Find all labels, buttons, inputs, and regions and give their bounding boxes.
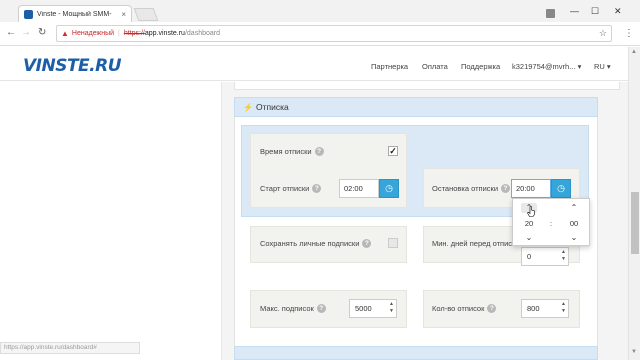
hour-down-icon[interactable]: ⌄: [521, 233, 537, 243]
unfollow-time-label: Время отписки ?: [260, 147, 324, 156]
help-icon[interactable]: ?: [362, 239, 372, 248]
minute-up-icon[interactable]: ⌃: [566, 203, 582, 213]
page-scrollbar[interactable]: ▲ ▼: [628, 47, 640, 360]
max-follows-text: Макс. подписок: [260, 304, 314, 313]
timepicker-dropdown: ⌃ ⌃ 20 : 00 ⌄ ⌄: [512, 198, 590, 246]
vinste-favicon-icon: [24, 9, 33, 19]
left-sidebar: [14, 82, 222, 360]
forward-icon[interactable]: →: [21, 27, 31, 38]
minute-down-icon[interactable]: ⌄: [566, 233, 582, 243]
nav-support[interactable]: Поддержка: [461, 62, 500, 71]
warning-icon: ▲: [61, 29, 69, 38]
url-protocol: https://: [123, 30, 145, 37]
reload-icon[interactable]: ↻: [38, 27, 46, 38]
new-tab-button[interactable]: [133, 8, 159, 21]
tab-close-icon[interactable]: ×: [121, 10, 126, 19]
maximize-icon[interactable]: ☐: [591, 6, 599, 16]
clock-icon[interactable]: ◷: [379, 179, 399, 198]
close-window-icon[interactable]: ✕: [614, 6, 622, 16]
help-icon[interactable]: ?: [314, 147, 324, 156]
browser-titlebar: Vinste - Мощный SMM- × — ☐ ✕: [0, 0, 640, 22]
max-follows-input[interactable]: 5000 ▲ ▼: [349, 299, 397, 318]
unfollow-time-checkbox[interactable]: ✓: [388, 146, 398, 156]
min-days-label: Мин. дней перед отписк: [432, 239, 516, 248]
nav-partner[interactable]: Партнерка: [371, 62, 408, 71]
unfollow-count-input[interactable]: 800 ▲ ▼: [521, 299, 569, 318]
clock-icon[interactable]: ◷: [551, 179, 571, 198]
unfollow-time-text: Время отписки: [260, 147, 312, 156]
max-follows-label: Макс. подписок ?: [260, 304, 326, 313]
timepicker-colon: :: [550, 219, 553, 228]
site-logo[interactable]: VINSTE.RU: [23, 56, 122, 76]
hand-cursor-icon: [527, 206, 535, 217]
browser-toolbar: ← → ↻ ▲ Ненадежный | https:// app.vinste…: [0, 22, 640, 46]
next-panel-header: [234, 346, 598, 360]
profile-icon[interactable]: [546, 9, 555, 18]
nav-language-dropdown[interactable]: RU ▾: [594, 62, 611, 71]
help-icon[interactable]: ?: [501, 184, 511, 193]
browser-tab[interactable]: Vinste - Мощный SMM- ×: [18, 5, 132, 22]
unfollow-stop-label: Остановка отписки ?: [432, 184, 511, 193]
back-icon[interactable]: ←: [6, 27, 16, 38]
insecure-label[interactable]: Ненадежный: [72, 30, 114, 37]
help-icon[interactable]: ?: [312, 184, 322, 193]
keep-personal-checkbox[interactable]: [388, 238, 398, 248]
scroll-down-icon[interactable]: ▼: [631, 349, 637, 355]
bookmark-star-icon[interactable]: ☆: [599, 28, 607, 39]
unfollow-count-label: Кол-во отписок ?: [432, 304, 497, 313]
min-days-value: 0: [527, 252, 532, 261]
min-days-spinner[interactable]: ▲ ▼: [560, 249, 567, 264]
timepicker-minutes[interactable]: 00: [566, 219, 582, 228]
lightning-icon: ⚡: [243, 102, 253, 112]
url-path: /dashboard: [184, 30, 220, 37]
unfollow-stop-input[interactable]: 20:00: [511, 179, 551, 198]
keep-personal-label: Сохранять личные подписки ?: [260, 239, 372, 248]
max-follows-spinner[interactable]: ▲ ▼: [388, 301, 395, 316]
nav-payment[interactable]: Оплата: [422, 62, 448, 71]
unfollow-stop-text: Остановка отписки: [432, 184, 499, 193]
keep-personal-text: Сохранять личные подписки: [260, 239, 360, 248]
unfollow-start-input[interactable]: 02:00: [339, 179, 379, 198]
timepicker-hours[interactable]: 20: [521, 219, 537, 228]
unfollow-start-text: Старт отписки: [260, 184, 310, 193]
address-bar[interactable]: ▲ Ненадежный | https:// app.vinste.ru /d…: [56, 25, 612, 42]
separator: |: [118, 30, 120, 37]
max-follows-value: 5000: [355, 304, 372, 313]
scroll-up-icon[interactable]: ▲: [631, 49, 637, 55]
nav-account-dropdown[interactable]: k3219754@mvrh... ▾: [512, 62, 581, 71]
unfollow-panel-header: ⚡ Отписка: [234, 97, 598, 117]
unfollow-start-label: Старт отписки ?: [260, 184, 322, 193]
panel-title: Отписка: [255, 102, 289, 112]
help-icon[interactable]: ?: [316, 304, 326, 313]
scroll-thumb[interactable]: [631, 192, 639, 254]
unfollow-count-text: Кол-во отписок: [432, 304, 485, 313]
help-icon[interactable]: ?: [487, 304, 497, 313]
url-host: app.vinste.ru: [144, 30, 185, 37]
unfollow-count-spinner[interactable]: ▲ ▼: [560, 301, 567, 316]
minimize-icon[interactable]: —: [570, 6, 579, 16]
link-status-bar: https://app.vinste.ru/dashboard#: [0, 342, 140, 354]
tab-title: Vinste - Мощный SMM-: [37, 10, 112, 18]
browser-menu-icon[interactable]: ⋮: [624, 28, 634, 39]
unfollow-count-value: 800: [527, 304, 540, 313]
min-days-input[interactable]: 0 ▲ ▼: [521, 247, 569, 266]
previous-card: [234, 82, 620, 90]
site-header: VINSTE.RU Партнерка Оплата Поддержка k32…: [0, 47, 628, 81]
